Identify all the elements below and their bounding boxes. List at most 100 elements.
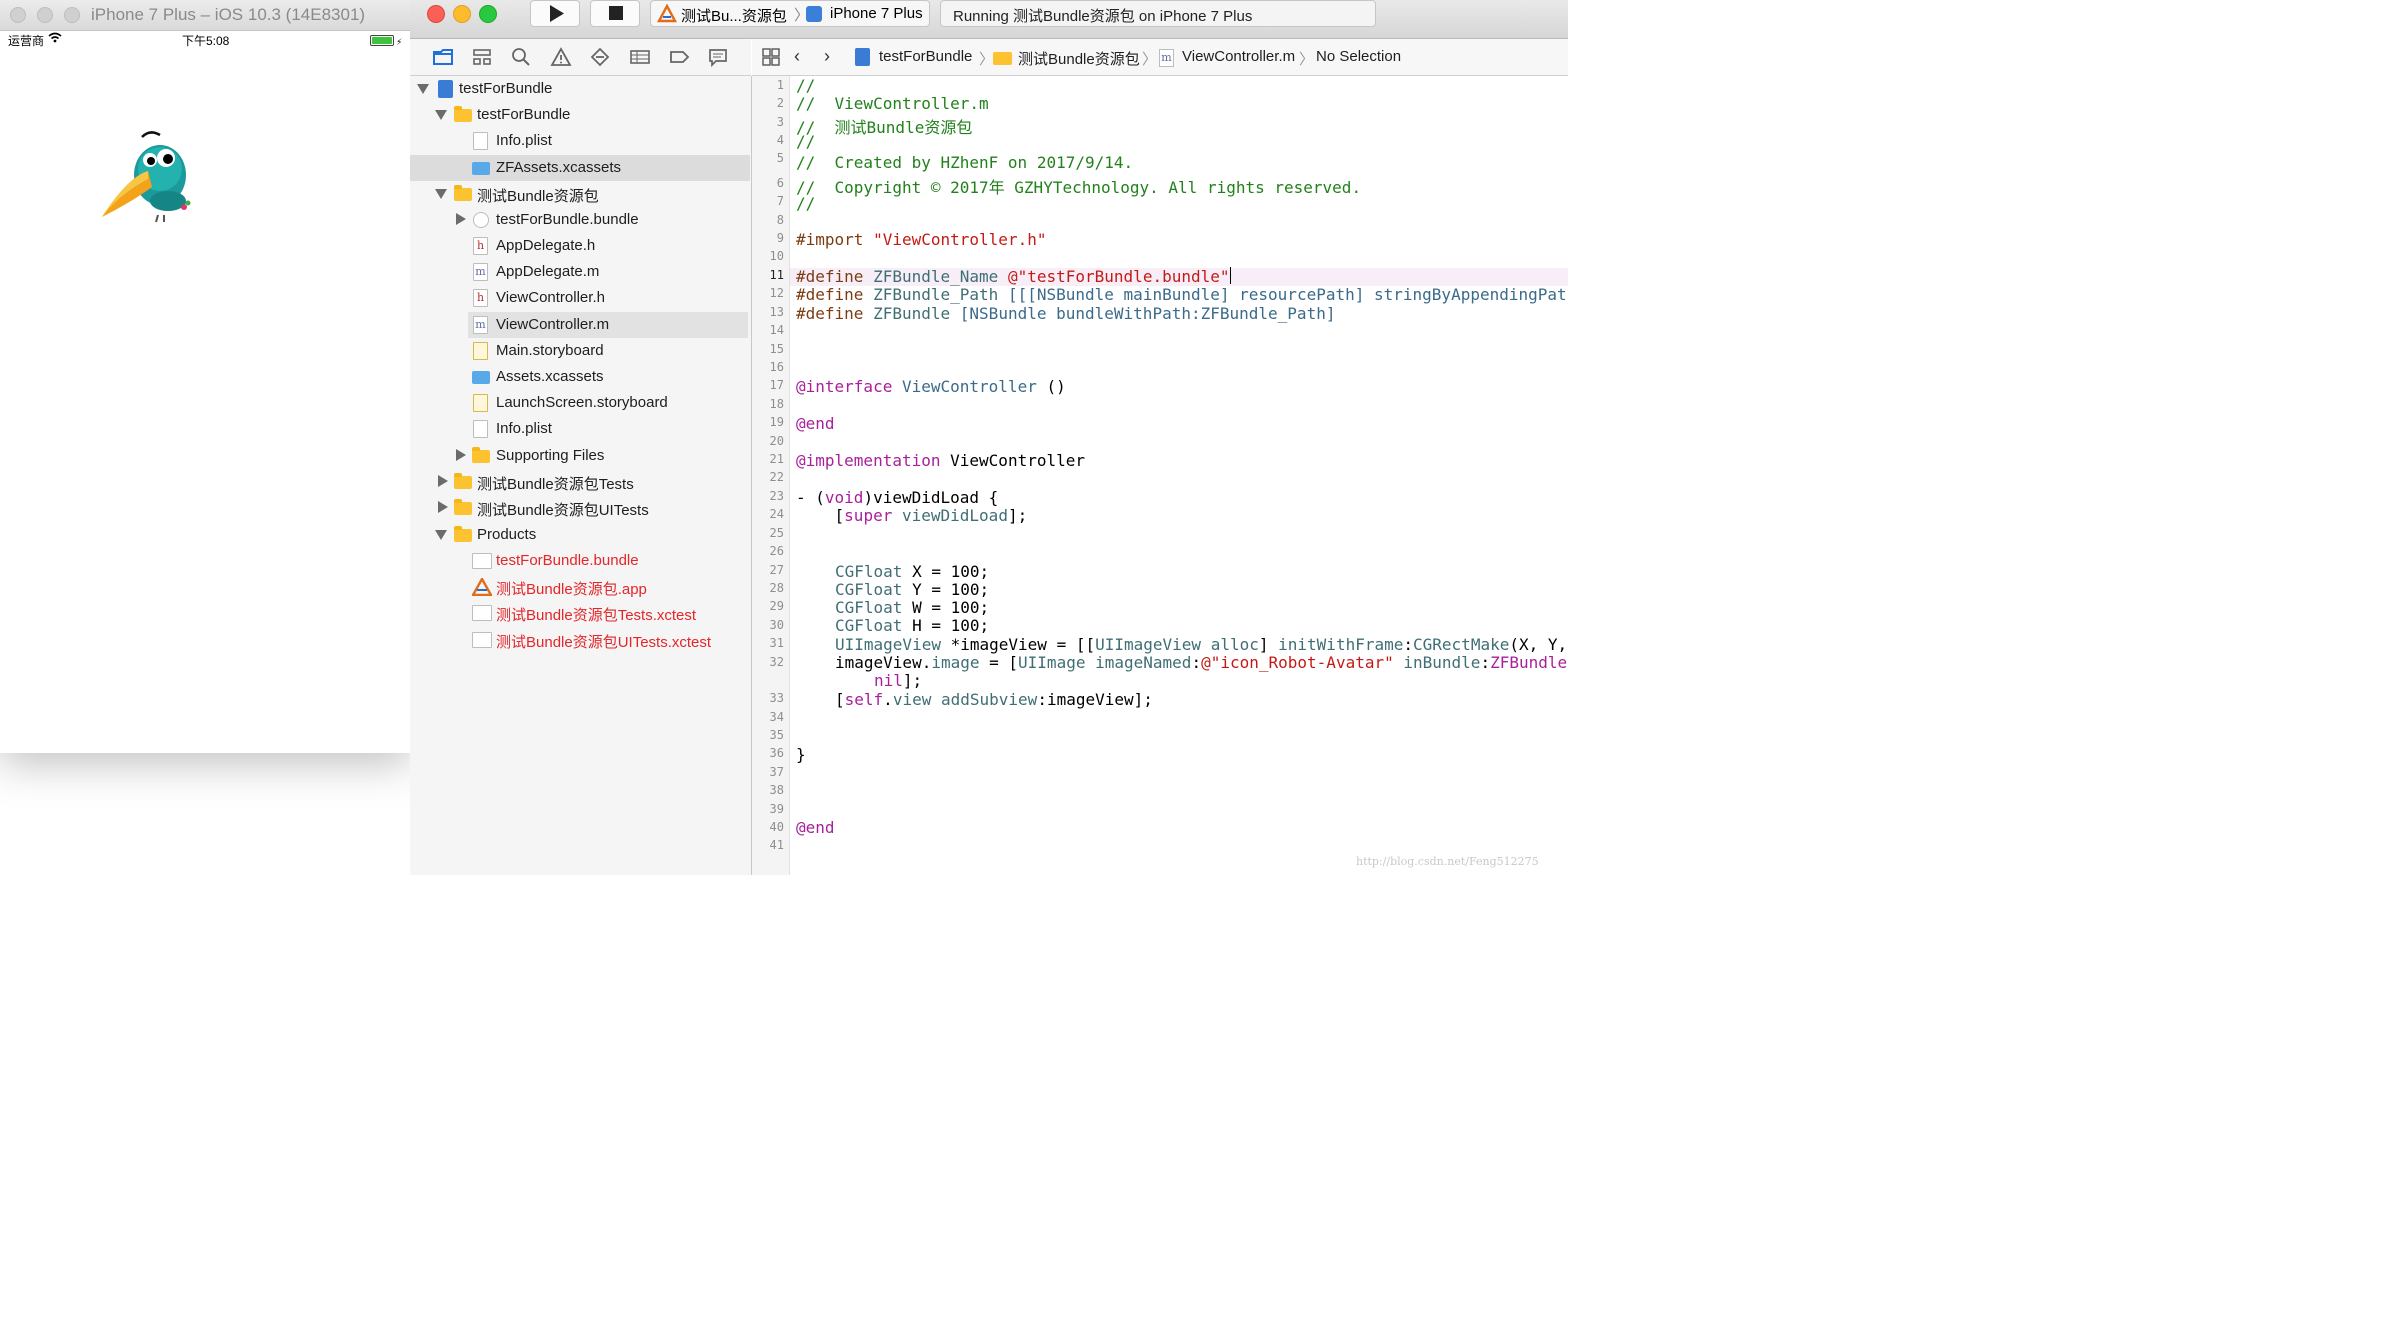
warning-icon[interactable] (550, 47, 572, 67)
breadcrumb-selection[interactable]: No Selection (1316, 48, 1401, 65)
breadcrumb-group[interactable]: 测试Bundle资源包 (1018, 48, 1140, 69)
project-navigator-icon[interactable] (432, 47, 454, 67)
tree-label: testForBundle.bundle (496, 552, 639, 569)
tree-row-product[interactable]: 测试Bundle资源包UITests.xctest (410, 627, 750, 653)
code-token: () (1046, 377, 1066, 396)
tree-row-file-selected[interactable]: ZFAssets.xcassets (410, 155, 750, 181)
code-token: #define (796, 304, 864, 323)
tree-label: ZFAssets.xcassets (496, 159, 622, 176)
back-chevron-icon[interactable]: ‹ (794, 46, 800, 67)
disclosure-closed-icon[interactable] (456, 213, 466, 225)
code-token: ] (1258, 635, 1279, 654)
tree-row-file[interactable]: Info.plist (410, 416, 750, 442)
code-token: : (1191, 653, 1202, 672)
tree-label: 测试Bundle资源包 (477, 188, 599, 205)
run-button[interactable] (530, 0, 580, 27)
disclosure-closed-icon[interactable] (438, 475, 448, 487)
line-number: 7 (776, 194, 784, 208)
code-token: :imageView]; (1037, 690, 1153, 709)
report-icon[interactable] (707, 47, 729, 68)
disclosure-open-icon[interactable] (435, 110, 447, 120)
device-icon (806, 6, 822, 22)
asset-catalog-icon (472, 371, 490, 384)
close-button[interactable] (10, 7, 26, 23)
disclosure-closed-icon[interactable] (438, 501, 448, 513)
tree-label: 测试Bundle资源包Tests (477, 476, 634, 493)
source-control-icon[interactable] (471, 47, 493, 67)
tree-row-file[interactable]: Assets.xcassets (410, 364, 750, 390)
tree-row-group[interactable]: 测试Bundle资源包 (410, 181, 750, 207)
close-button[interactable] (427, 5, 445, 23)
tree-label: Assets.xcassets (496, 368, 604, 385)
folder-icon (454, 499, 472, 515)
code-token: = [ (979, 653, 1019, 672)
tree-row-group[interactable]: testForBundle (410, 102, 750, 128)
code-token: ZFBundle_Name (873, 267, 999, 286)
objc-file-icon: m (473, 316, 488, 334)
code-line: // (796, 132, 816, 151)
tree-row-file[interactable]: Info.plist (410, 128, 750, 154)
tree-row-product[interactable]: testForBundle.bundle (410, 548, 750, 574)
debug-icon[interactable] (629, 47, 651, 67)
tree-label: Products (477, 526, 537, 543)
stop-button[interactable] (590, 0, 640, 27)
zoom-button[interactable] (64, 7, 80, 23)
code-token: inBundle (1403, 653, 1481, 672)
tree-row-group[interactable]: 测试Bundle资源包Tests (410, 469, 750, 495)
folder-icon (454, 526, 472, 542)
minimize-button[interactable] (453, 5, 471, 23)
code-token: *imageView = [[ (940, 635, 1096, 654)
storyboard-file-icon (473, 394, 488, 412)
tree-label: testForBundle (477, 106, 571, 123)
tree-row-group[interactable]: Supporting Files (410, 443, 750, 469)
minimize-button[interactable] (37, 7, 53, 23)
code-line: } (796, 745, 806, 764)
tree-label: LaunchScreen.storyboard (496, 394, 668, 411)
related-items-icon[interactable] (762, 48, 780, 70)
disclosure-closed-icon[interactable] (456, 449, 466, 461)
tree-row-file[interactable]: LaunchScreen.storyboard (410, 390, 750, 416)
tree-row-file[interactable]: Main.storyboard (410, 338, 750, 364)
tree-label: Info.plist (496, 132, 552, 149)
disclosure-open-icon[interactable] (435, 530, 447, 540)
tree-label: Main.storyboard (496, 342, 604, 359)
code-token: - ( (796, 488, 825, 507)
code-token: ZFBundle compatibleWithTraitCollection: (1490, 653, 1568, 672)
breadcrumb-file[interactable]: ViewController.m (1182, 48, 1295, 65)
tree-row-file[interactable]: h AppDelegate.h (410, 233, 750, 259)
test-icon[interactable] (589, 47, 611, 67)
code-token: void (824, 488, 864, 507)
tree-row-group[interactable]: 测试Bundle资源包UITests (410, 495, 750, 521)
tree-row-group[interactable]: Products (410, 522, 750, 548)
tree-label: 测试Bundle资源包UITests.xctest (496, 634, 712, 651)
code-token: H = (902, 616, 951, 635)
code-line: [super viewDidLoad]; (796, 506, 1028, 525)
breadcrumb-project[interactable]: testForBundle (879, 48, 972, 65)
code-line: // 测试Bundle资源包 (796, 118, 973, 137)
app-icon (470, 576, 494, 597)
simulator-window: iPhone 7 Plus – iOS 10.3 (14E8301) 运营商 下… (0, 0, 411, 753)
scheme-selector[interactable]: 测试Bu...资源包 〉 iPhone 7 Plus (650, 0, 930, 27)
source-editor[interactable]: // // ViewController.m // 测试Bundle资源包 //… (790, 76, 1568, 875)
tree-row-file[interactable]: m AppDelegate.m (410, 259, 750, 285)
tree-row-project[interactable]: testForBundle (410, 76, 750, 102)
scheme-device: iPhone 7 Plus (830, 5, 923, 22)
forward-chevron-icon[interactable]: › (824, 46, 830, 67)
search-icon[interactable] (510, 47, 532, 67)
tree-row-bundle[interactable]: testForBundle.bundle (410, 207, 750, 233)
tree-row-file[interactable]: h ViewController.h (410, 285, 750, 311)
line-number: 22 (769, 470, 784, 484)
tree-row-product[interactable]: 测试Bundle资源包Tests.xctest (410, 600, 750, 626)
code-token: imageNamed (1095, 653, 1192, 672)
play-icon (550, 5, 564, 22)
disclosure-open-icon[interactable] (435, 189, 447, 199)
tree-row-file-active[interactable]: m ViewController.m (468, 312, 748, 338)
line-number: 34 (769, 710, 784, 724)
zoom-button[interactable] (479, 5, 497, 23)
simulator-titlebar: iPhone 7 Plus – iOS 10.3 (14E8301) (0, 0, 410, 31)
code-token: UIImageView (1095, 635, 1202, 654)
breakpoint-icon[interactable] (668, 47, 690, 67)
disclosure-open-icon[interactable] (417, 84, 429, 94)
code-token: UIImage (1018, 653, 1086, 672)
tree-row-product[interactable]: 测试Bundle资源包.app (410, 574, 750, 600)
